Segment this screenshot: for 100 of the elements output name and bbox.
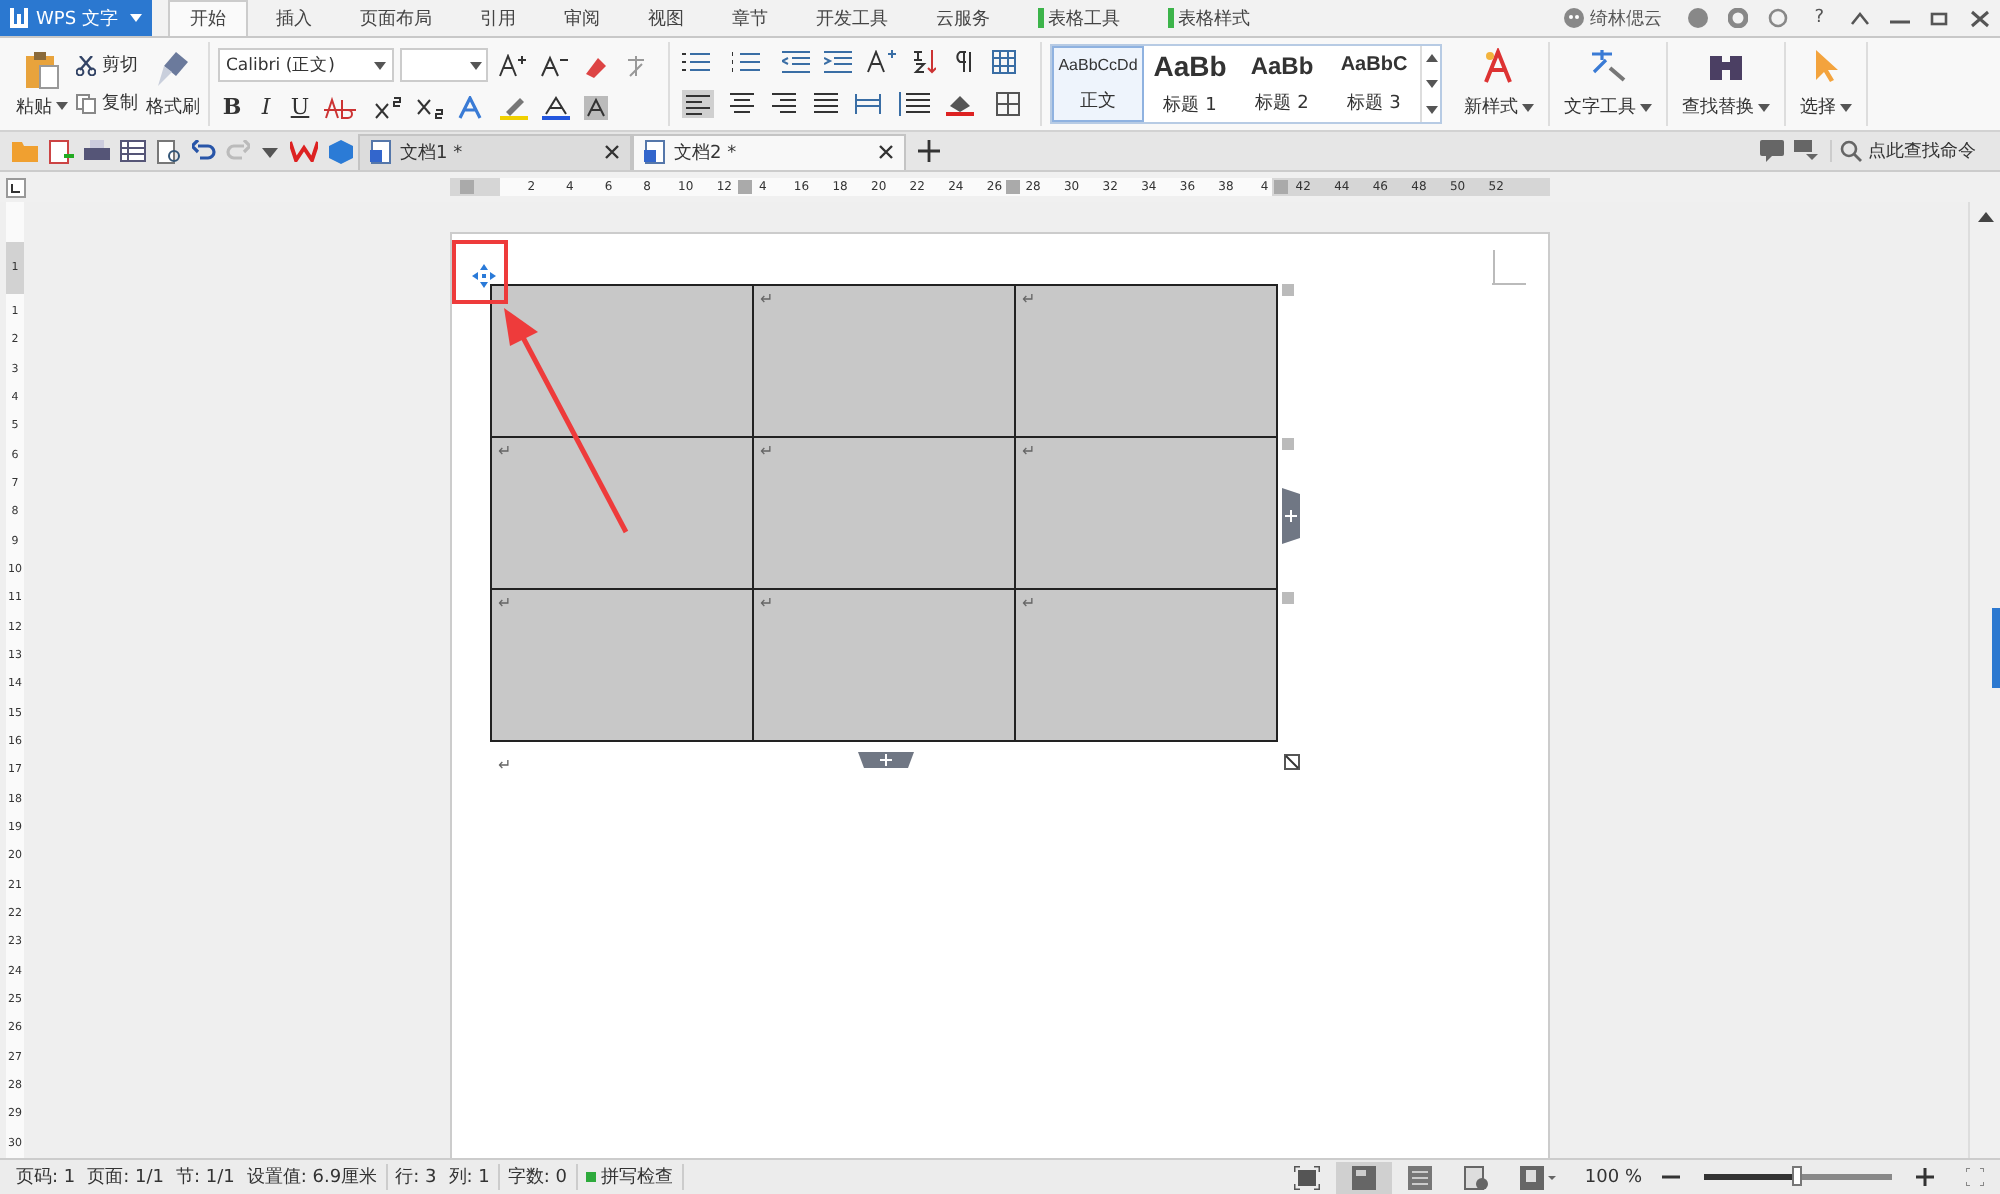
- increase-indent-icon[interactable]: [824, 50, 852, 74]
- text-effect-icon[interactable]: [458, 95, 486, 119]
- character-shading-icon[interactable]: [584, 95, 608, 119]
- style-option[interactable]: AaBb 标题 2: [1236, 46, 1328, 122]
- menu-tab[interactable]: 审阅: [544, 0, 620, 36]
- ribbon-tool-button[interactable]: 文字工具: [1550, 42, 1668, 126]
- table-cell[interactable]: ↵: [1015, 589, 1277, 741]
- print-preview-icon[interactable]: [155, 139, 181, 163]
- account-button[interactable]: 绮林偲云: [1564, 5, 1663, 31]
- subscript-icon[interactable]: [416, 95, 444, 119]
- copy-button[interactable]: 复制: [76, 90, 138, 116]
- align-center-icon[interactable]: [728, 92, 756, 116]
- font-color-icon[interactable]: [542, 95, 570, 119]
- grid-icon[interactable]: [992, 50, 1016, 74]
- text-direction-icon[interactable]: [866, 50, 898, 74]
- indent-marker[interactable]: [1274, 180, 1288, 194]
- new-tab-icon[interactable]: [918, 140, 940, 162]
- gallery-scroll-buttons[interactable]: [1420, 46, 1440, 122]
- shrink-font-icon[interactable]: [540, 53, 568, 77]
- font-size-field[interactable]: [400, 48, 488, 82]
- table-cell[interactable]: ↵: [753, 285, 1015, 437]
- comment-icon[interactable]: [1759, 140, 1783, 162]
- menu-tab[interactable]: 引用: [460, 0, 536, 36]
- ribbon-tool-button[interactable]: 新样式: [1450, 42, 1550, 126]
- font-name-field[interactable]: Calibri (正文): [218, 48, 394, 82]
- w-logo-icon[interactable]: [289, 140, 317, 162]
- table-cell[interactable]: ↵: [1015, 285, 1277, 437]
- close-icon[interactable]: [1970, 9, 1990, 27]
- distribute-icon[interactable]: [854, 92, 882, 116]
- table-icon[interactable]: [119, 140, 145, 162]
- paste-button[interactable]: 粘贴: [16, 49, 68, 119]
- printer-icon[interactable]: [83, 140, 109, 162]
- grow-font-icon[interactable]: [498, 53, 526, 77]
- settings-icon[interactable]: [1728, 8, 1749, 28]
- undo-icon[interactable]: [191, 140, 215, 162]
- vertical-scrollbar[interactable]: [1968, 202, 2000, 1158]
- app-menu-button[interactable]: WPS 文字: [0, 0, 152, 36]
- caret-icon: [374, 61, 386, 69]
- menu-tab[interactable]: 开发工具: [796, 0, 908, 36]
- web-view-icon[interactable]: [1464, 1165, 1489, 1189]
- collapse-ribbon-icon[interactable]: [1850, 10, 1870, 26]
- menu-tab[interactable]: 表格样式: [1148, 0, 1270, 36]
- format-painter-button[interactable]: 格式刷: [146, 49, 200, 119]
- superscript-icon[interactable]: [374, 95, 402, 119]
- align-left-icon[interactable]: [682, 90, 714, 118]
- table-resize-handle-icon[interactable]: [1284, 754, 1300, 770]
- table-cell[interactable]: ↵: [491, 437, 753, 589]
- table-move-handle-icon[interactable]: [472, 264, 496, 288]
- menu-tab[interactable]: 页面布局: [340, 0, 452, 36]
- add-column-handle[interactable]: [1282, 488, 1300, 544]
- cube-icon[interactable]: [327, 139, 353, 163]
- menu-tab[interactable]: 章节: [712, 0, 788, 36]
- tab-stop-icon[interactable]: [6, 177, 26, 197]
- ribbon-tool-button[interactable]: 选择: [1786, 42, 1868, 126]
- table-cell[interactable]: ↵: [1015, 437, 1277, 589]
- restore-icon[interactable]: [1930, 10, 1950, 26]
- indent-marker[interactable]: [738, 180, 752, 194]
- style-option[interactable]: AaBbC 标题 3: [1328, 46, 1420, 122]
- menu-tab[interactable]: 表格工具: [1018, 0, 1140, 36]
- italic-button[interactable]: I: [252, 94, 280, 120]
- fit-window-icon[interactable]: [1966, 1168, 1984, 1186]
- line-spacing-icon[interactable]: [896, 92, 932, 116]
- zoom-in-icon[interactable]: [1916, 1168, 1934, 1186]
- close-icon[interactable]: [604, 144, 620, 160]
- document-tab[interactable]: 文档2 *: [632, 133, 906, 169]
- scroll-up-icon[interactable]: [1975, 208, 1995, 228]
- column-marker[interactable]: [1006, 180, 1020, 194]
- table-cell[interactable]: ↵: [491, 589, 753, 741]
- full-screen-icon[interactable]: [1294, 1165, 1321, 1189]
- sort-icon[interactable]: [912, 50, 936, 74]
- page-view-button[interactable]: [1336, 1161, 1393, 1193]
- table-cell[interactable]: ↵: [753, 437, 1015, 589]
- menu-tab[interactable]: 插入: [256, 0, 332, 36]
- table-cell[interactable]: [491, 285, 753, 437]
- dropdown-caret-icon[interactable]: [259, 143, 279, 159]
- help-button[interactable]: ?: [1814, 8, 1824, 28]
- indent-marker[interactable]: [460, 180, 474, 194]
- close-icon[interactable]: [878, 144, 894, 160]
- underline-button[interactable]: U: [286, 94, 314, 120]
- strikethrough-icon[interactable]: [324, 95, 360, 119]
- style-option[interactable]: AaBbCcDd 正文: [1052, 46, 1144, 122]
- menu-tab[interactable]: 云服务: [916, 0, 1010, 36]
- table-cell[interactable]: ↵: [753, 589, 1015, 741]
- ribbon-tool-button[interactable]: 查找替换: [1668, 42, 1786, 126]
- document-icon[interactable]: [47, 139, 73, 163]
- style-option[interactable]: AaBb 标题 1: [1144, 46, 1236, 122]
- add-row-handle[interactable]: [858, 752, 914, 768]
- justify-icon[interactable]: [812, 92, 840, 116]
- document-tab[interactable]: 文档1 *: [358, 133, 632, 169]
- bold-button[interactable]: B: [218, 94, 246, 120]
- reading-mode-icon[interactable]: [1520, 1165, 1557, 1189]
- menu-tab[interactable]: 视图: [628, 0, 704, 36]
- cut-button[interactable]: 剪切: [76, 52, 138, 78]
- menu-tab[interactable]: 开始: [168, 0, 248, 36]
- outline-view-icon[interactable]: [1408, 1165, 1433, 1189]
- spell-check-button[interactable]: 拼写检查: [585, 1164, 673, 1190]
- align-right-icon[interactable]: [770, 92, 798, 116]
- decrease-indent-icon[interactable]: [782, 50, 810, 74]
- clear-format-icon[interactable]: [582, 53, 610, 77]
- highlighter-icon[interactable]: [500, 95, 528, 119]
